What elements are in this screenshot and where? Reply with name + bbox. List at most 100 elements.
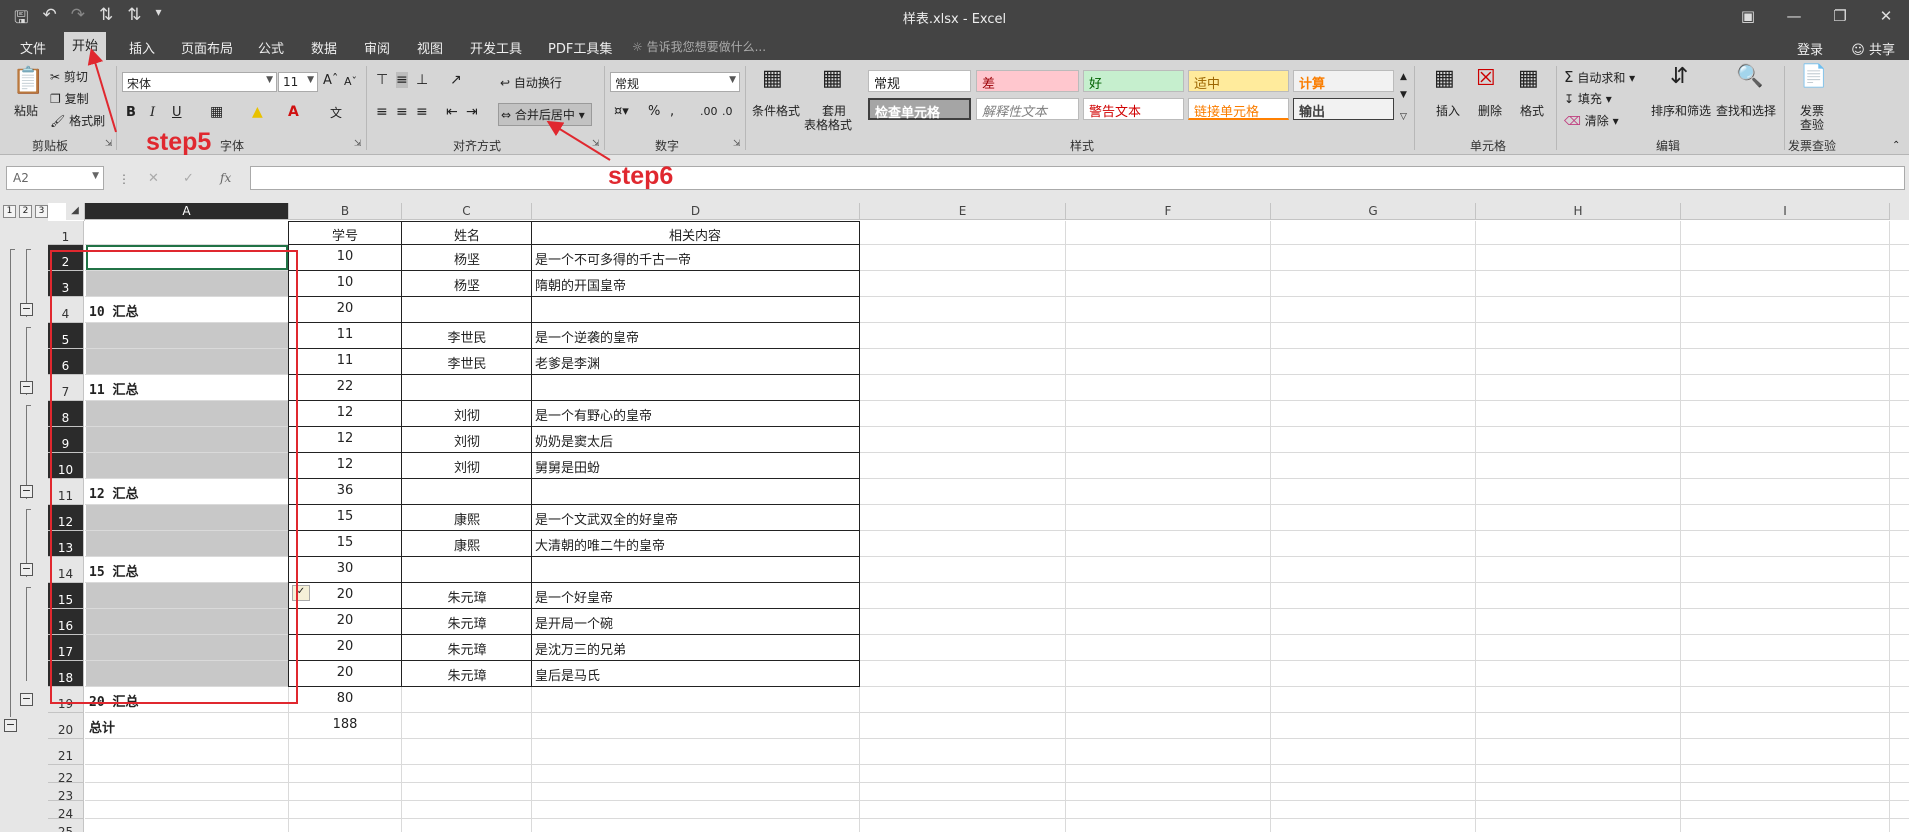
shrink-font-icon[interactable]: Aˇ	[344, 75, 357, 88]
collapse-group-button[interactable]: −	[20, 303, 33, 316]
merge-center-button[interactable]: ⇔ 合并后居中 ▾	[498, 103, 592, 126]
underline-icon[interactable]: U	[172, 105, 182, 120]
format-cells-icon[interactable]: ▦	[1518, 68, 1539, 90]
cell-d[interactable]: 是一个逆袭的皇帝	[532, 327, 858, 346]
minimize-button[interactable]: —	[1771, 0, 1817, 32]
cell-c[interactable]: 李世民	[402, 353, 532, 372]
conditional-format-icon[interactable]: ▦	[762, 68, 783, 90]
column-header-h[interactable]: H	[1476, 203, 1681, 220]
cell-d[interactable]: 是一个文武双全的好皇帝	[532, 509, 858, 528]
bold-icon[interactable]: B	[126, 105, 136, 120]
tab-page-layout[interactable]: 页面布局	[173, 36, 241, 59]
cell-b[interactable]: 188	[289, 717, 401, 732]
cell-d[interactable]: 是一个不可多得的千古一帝	[532, 249, 858, 268]
format-painter-button[interactable]: 🖌 格式刷	[50, 112, 105, 129]
share-button[interactable]: ☺ 共享	[1851, 39, 1895, 58]
style-check-cell[interactable]: 检查单元格	[868, 98, 971, 121]
style-linked-cell[interactable]: 链接单元格	[1188, 98, 1289, 120]
font-size-combo[interactable]: 11 ▼	[278, 72, 318, 92]
conditional-format-button[interactable]: 条件格式	[752, 102, 800, 119]
align-middle-icon[interactable]: ≡	[396, 72, 408, 88]
cell-c[interactable]: 康熙	[402, 535, 532, 554]
select-all-triangle-icon[interactable]: ◢	[66, 203, 84, 220]
cell-b[interactable]: 15	[289, 535, 401, 550]
autosum-button[interactable]: Σ 自动求和 ▾	[1564, 68, 1635, 86]
style-explanatory[interactable]: 解释性文本	[976, 98, 1079, 120]
column-header-e[interactable]: E	[860, 203, 1066, 220]
cut-button[interactable]: ✂ 剪切	[50, 68, 88, 85]
formula-more-icon[interactable]: ⋮	[118, 172, 130, 186]
cell-b[interactable]: 20	[289, 613, 401, 628]
cell-a[interactable]: 总计	[86, 717, 286, 736]
cell-b[interactable]: 12	[289, 457, 401, 472]
sort-filter-icon[interactable]: ⇵	[1670, 66, 1688, 88]
close-button[interactable]: ✕	[1863, 0, 1909, 32]
style-warning[interactable]: 警告文本	[1083, 98, 1184, 120]
cell-d[interactable]: 是开局一个碗	[532, 613, 858, 632]
cell-b[interactable]: 20	[289, 665, 401, 680]
collapse-group-button[interactable]: −	[20, 563, 33, 576]
fill-button[interactable]: ↧ 填充 ▾	[1564, 90, 1612, 107]
row-header[interactable]: 21	[48, 739, 84, 765]
collapse-group-button[interactable]: −	[20, 381, 33, 394]
column-header-b[interactable]: B	[289, 203, 402, 220]
tab-insert[interactable]: 插入	[121, 36, 163, 59]
cell-c[interactable]: 朱元璋	[402, 587, 532, 606]
tab-file[interactable]: 文件	[12, 36, 54, 59]
cell-b[interactable]: 12	[289, 405, 401, 420]
ribbon-display-icon[interactable]: ▣	[1725, 0, 1771, 32]
cell-d[interactable]: 皇后是马氏	[532, 665, 858, 684]
collapse-all-button[interactable]: −	[4, 719, 17, 732]
collapse-ribbon-icon[interactable]: ⌃	[1892, 140, 1900, 151]
cancel-entry-icon[interactable]: ✕	[148, 171, 159, 186]
name-box[interactable]: A2 ▼	[6, 166, 104, 190]
number-launcher-icon[interactable]: ⇲	[733, 139, 741, 149]
cell-b[interactable]: 15	[289, 509, 401, 524]
cell-c[interactable]: 杨坚	[402, 249, 532, 268]
confirm-entry-icon[interactable]: ✓	[183, 171, 194, 186]
style-normal[interactable]: 常规	[868, 70, 971, 92]
italic-icon[interactable]: I	[150, 105, 155, 120]
collapse-group-button[interactable]: −	[20, 693, 33, 706]
insert-cells-button[interactable]: 插入	[1436, 102, 1460, 119]
invoice-check-line2[interactable]: 查验	[1800, 116, 1824, 133]
paste-button[interactable]: 粘贴	[14, 102, 38, 119]
styles-more-icon[interactable]: ▽	[1400, 112, 1407, 122]
styles-scroll-down-icon[interactable]: ▼	[1400, 90, 1407, 100]
fill-color-icon[interactable]: ▲	[252, 104, 263, 120]
row-header[interactable]: 25	[48, 819, 84, 832]
cell-d[interactable]: 是沈万三的兄弟	[532, 639, 858, 658]
cell-d[interactable]: 是一个有野心的皇帝	[532, 405, 858, 424]
decrease-indent-icon[interactable]: ⇤	[446, 104, 458, 120]
table-format-button-line2[interactable]: 表格格式	[804, 116, 852, 133]
delete-cells-button[interactable]: 删除	[1478, 102, 1502, 119]
orientation-icon[interactable]: ↗	[450, 72, 462, 88]
collapse-group-button[interactable]: −	[20, 485, 33, 498]
row-header[interactable]: 23	[48, 783, 84, 803]
sort-filter-button[interactable]: 排序和筛选	[1651, 102, 1711, 119]
font-color-icon[interactable]: A	[288, 104, 299, 120]
cell-b[interactable]: 11	[289, 327, 401, 342]
clear-button[interactable]: ⌫ 清除 ▾	[1564, 112, 1619, 129]
row-header[interactable]: 20	[48, 713, 84, 739]
tab-view[interactable]: 视图	[409, 36, 451, 59]
outline-level-button[interactable]: 3	[35, 205, 48, 218]
cell-d[interactable]: 舅舅是田蚡	[532, 457, 858, 476]
align-top-icon[interactable]: ⊤	[376, 72, 388, 88]
increase-decimal-icon[interactable]: .00	[700, 105, 718, 118]
cell-c[interactable]: 姓名	[402, 225, 532, 244]
row-header[interactable]: 24	[48, 801, 84, 821]
align-bottom-icon[interactable]: ⊥	[416, 72, 428, 88]
cell-b[interactable]: 学号	[289, 225, 401, 244]
cell-d[interactable]: 老爹是李渊	[532, 353, 858, 372]
row-header[interactable]: 22	[48, 765, 84, 785]
insert-function-icon[interactable]: fx	[220, 171, 231, 185]
cell-b[interactable]: 12	[289, 431, 401, 446]
cell-b[interactable]: 80	[289, 691, 401, 706]
tab-review[interactable]: 审阅	[356, 36, 398, 59]
styles-scroll-up-icon[interactable]: ▲	[1400, 72, 1407, 82]
format-cells-button[interactable]: 格式	[1520, 102, 1544, 119]
cell-b[interactable]: 20	[289, 639, 401, 654]
cell-b[interactable]: 30	[289, 561, 401, 576]
cell-c[interactable]: 李世民	[402, 327, 532, 346]
